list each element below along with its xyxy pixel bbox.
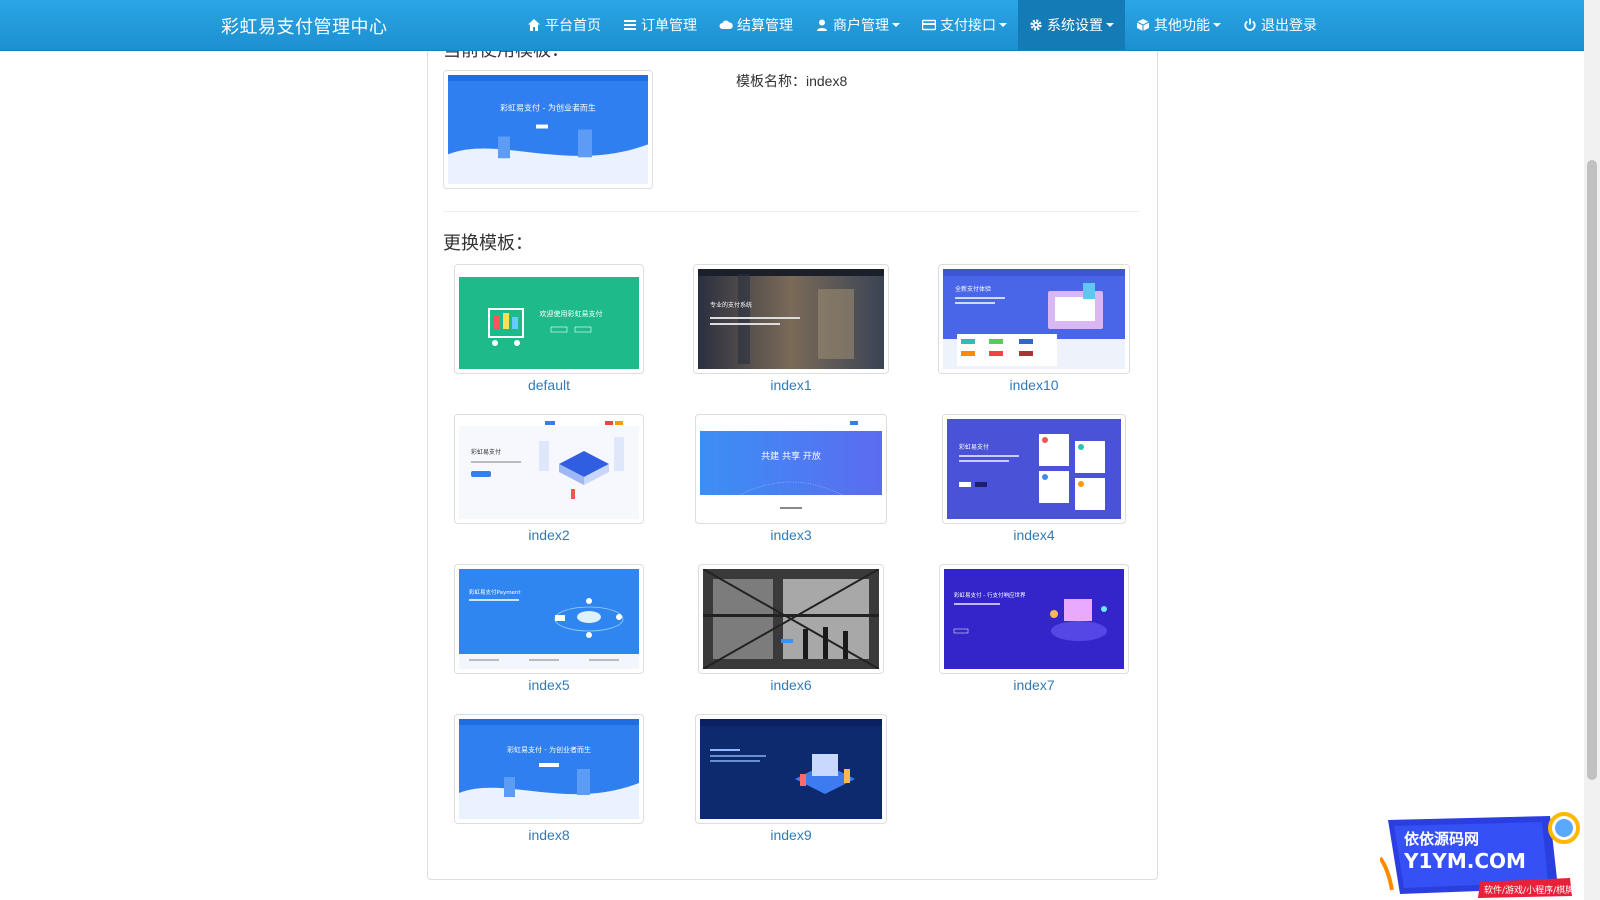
svg-text:软件/游戏/小程序/棋牌: 软件/游戏/小程序/棋牌: [1484, 884, 1574, 896]
nav-item-label: 系统设置: [1047, 17, 1103, 33]
template-option-index10[interactable]: 全新支付体验 index10: [938, 264, 1130, 393]
template-label[interactable]: index9: [695, 827, 887, 843]
thumbnail-headline: 彩虹易支付: [471, 448, 501, 456]
current-template-name: 模板名称：index8: [736, 73, 848, 89]
template-label[interactable]: index8: [454, 827, 644, 843]
template-thumbnail[interactable]: 欢迎使用彩虹易支付: [454, 264, 644, 374]
template-label[interactable]: index5: [454, 677, 644, 693]
template-option-index6[interactable]: index6: [698, 564, 884, 693]
list-icon: [623, 18, 637, 32]
chevron-down-icon: [999, 23, 1007, 27]
template-option-index7[interactable]: 彩虹易支付 - 行支付响应世界 index7: [939, 564, 1129, 693]
template-thumbnail[interactable]: 共建 共享 开放: [695, 414, 887, 524]
thumbnail-headline: 彩虹易支付: [959, 443, 989, 451]
template-label[interactable]: default: [454, 377, 644, 393]
template-thumbnail[interactable]: 彩虹易支付 - 行支付响应世界: [939, 564, 1129, 674]
nav-item-label: 退出登录: [1261, 17, 1317, 33]
divider: [443, 211, 1139, 212]
template-option-index3[interactable]: 共建 共享 开放 index3: [695, 414, 887, 543]
template-label[interactable]: index7: [939, 677, 1129, 693]
thumbnail-headline: 共建 共享 开放: [761, 450, 821, 462]
template-label[interactable]: index4: [942, 527, 1126, 543]
template-label[interactable]: index2: [454, 527, 644, 543]
nav-item-label: 其他功能: [1154, 17, 1210, 33]
home-icon: [527, 18, 541, 32]
template-option-index2[interactable]: 彩虹易支付 index2: [454, 414, 644, 543]
site-watermark-logo: 依依源码网 Y1YM.COM 软件/游戏/小程序/棋牌: [1380, 808, 1580, 898]
nav-item-label: 平台首页: [545, 17, 601, 33]
top-navbar: 彩虹易支付管理中心 平台首页 订单管理 结算管理 商户管理 支付接口 系统设置 …: [0, 0, 1584, 51]
template-option-index4[interactable]: 彩虹易支付 index4: [942, 414, 1126, 543]
nav-item-label: 支付接口: [940, 17, 996, 33]
template-thumbnail[interactable]: 彩虹易支付: [454, 414, 644, 524]
template-option-index1[interactable]: 专业的支付系统 index1: [693, 264, 889, 393]
thumbnail-headline: 全新支付体验: [955, 285, 991, 293]
chevron-down-icon: [1213, 23, 1221, 27]
template-label[interactable]: index3: [695, 527, 887, 543]
chevron-down-icon: [1106, 23, 1114, 27]
thumbnail-headline: 彩虹易支付Payment: [469, 588, 521, 596]
app-title[interactable]: 彩虹易支付管理中心: [221, 13, 388, 39]
nav-item-orders[interactable]: 订单管理: [612, 0, 708, 50]
nav-item-payment-api[interactable]: 支付接口: [911, 0, 1018, 50]
nav-item-system-settings[interactable]: 系统设置: [1018, 0, 1125, 50]
nav-item-label: 订单管理: [641, 17, 697, 33]
user-icon: [815, 18, 829, 32]
change-template-heading: 更换模板：: [443, 233, 533, 253]
cube-icon: [1136, 18, 1150, 32]
nav-item-label: 商户管理: [833, 17, 889, 33]
page-scrollbar[interactable]: [1584, 0, 1600, 900]
power-icon: [1243, 18, 1257, 32]
nav-item-label: 结算管理: [737, 17, 793, 33]
template-thumbnail[interactable]: [695, 714, 887, 824]
nav-item-settlement[interactable]: 结算管理: [708, 0, 804, 50]
thumbnail-headline: 彩虹易支付 - 为创业者而生: [507, 745, 591, 754]
template-thumbnail[interactable]: 彩虹易支付: [942, 414, 1126, 524]
gear-icon: [1029, 18, 1043, 32]
nav-item-merchants[interactable]: 商户管理: [804, 0, 911, 50]
template-thumbnail[interactable]: 专业的支付系统: [693, 264, 889, 374]
svg-text:依依源码网: 依依源码网: [1404, 830, 1479, 848]
template-thumbnail[interactable]: 彩虹易支付Payment: [454, 564, 644, 674]
thumbnail-headline: 专业的支付系统: [710, 301, 752, 309]
thumbnail-image: 彩虹易支付 - 为创业者而生: [448, 75, 648, 184]
template-option-default[interactable]: 欢迎使用彩虹易支付 default: [454, 264, 644, 393]
template-thumbnail[interactable]: [698, 564, 884, 674]
template-option-index9[interactable]: index9: [695, 714, 887, 843]
template-label[interactable]: index6: [698, 677, 884, 693]
template-option-index5[interactable]: 彩虹易支付Payment index5: [454, 564, 644, 693]
thumbnail-headline: 彩虹易支付 - 行支付响应世界: [954, 591, 1026, 599]
nav-item-other-functions[interactable]: 其他功能: [1125, 0, 1232, 50]
svg-text:Y1YM.COM: Y1YM.COM: [1403, 849, 1526, 873]
credit-card-icon: [922, 18, 936, 32]
chevron-down-icon: [892, 23, 900, 27]
thumbnail-headline: 欢迎使用彩虹易支付: [540, 309, 603, 318]
current-template-thumbnail: 彩虹易支付 - 为创业者而生: [443, 70, 653, 189]
scrollbar-thumb[interactable]: [1587, 160, 1597, 780]
nav-item-home[interactable]: 平台首页: [516, 0, 612, 50]
template-label[interactable]: index1: [693, 377, 889, 393]
nav-item-logout[interactable]: 退出登录: [1232, 0, 1328, 50]
template-label[interactable]: index10: [938, 377, 1130, 393]
template-option-index8[interactable]: 彩虹易支付 - 为创业者而生 index8: [454, 714, 644, 843]
cloud-icon: [719, 18, 733, 32]
thumbnail-headline: 彩虹易支付 - 为创业者而生: [500, 103, 596, 113]
nav-menu: 平台首页 订单管理 结算管理 商户管理 支付接口 系统设置 其他功能 退出登录: [516, 0, 1328, 50]
template-thumbnail[interactable]: 全新支付体验: [938, 264, 1130, 374]
template-thumbnail[interactable]: 彩虹易支付 - 为创业者而生: [454, 714, 644, 824]
